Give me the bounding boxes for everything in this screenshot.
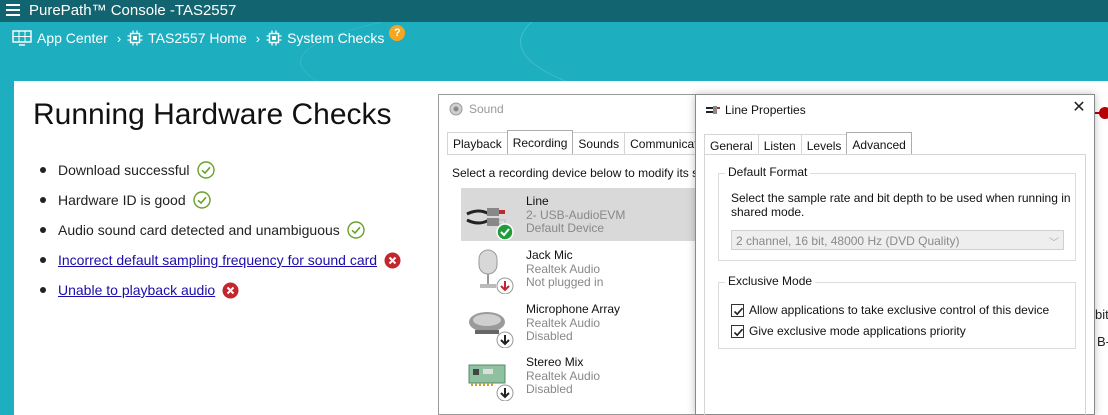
exclusive-mode-group: Exclusive Mode Allow applications to tak…	[718, 274, 1076, 349]
tab-advanced[interactable]: Advanced	[846, 132, 912, 154]
tab-playback[interactable]: Playback	[447, 132, 508, 154]
breadcrumb-separator: ›	[116, 30, 122, 46]
device-name: Jack Mic	[526, 248, 573, 262]
bullet	[40, 197, 46, 203]
default-format-value: 2 channel, 16 bit, 48000 Hz (DVD Quality…	[736, 234, 960, 248]
background-text-fragment: bit,	[1095, 307, 1108, 322]
default-format-select[interactable]: 2 channel, 16 bit, 48000 Hz (DVD Quality…	[731, 230, 1064, 250]
sound-card-icon	[468, 364, 514, 401]
sound-tabs: Playback Recording Sounds Communications	[447, 130, 726, 154]
device-row-microphone-array[interactable]: Microphone Array Realtek Audio Disabled	[461, 296, 695, 349]
app-title: PurePath™ Console -TAS2557	[29, 2, 237, 19]
sound-dialog-titlebar[interactable]: Sound	[439, 95, 699, 123]
exclusive-priority-checkbox-row[interactable]: Give exclusive mode applications priorit…	[731, 324, 966, 338]
default-format-description: Select the sample rate and bit depth to …	[731, 191, 1071, 219]
check-label: Hardware ID is good	[58, 192, 186, 208]
check-label: Download successful	[58, 162, 190, 178]
check-circle-icon	[196, 161, 215, 179]
sampling-frequency-error-link[interactable]: Incorrect default sampling frequency for…	[58, 252, 377, 268]
bullet	[40, 257, 46, 263]
left-gutter	[0, 81, 14, 415]
sound-dialog-title: Sound	[469, 102, 504, 116]
device-status: Not plugged in	[526, 275, 604, 289]
line-cable-icon	[466, 208, 514, 240]
title-bar: PurePath™ Console -TAS2557	[0, 0, 1108, 22]
tab-recording[interactable]: Recording	[506, 130, 574, 154]
device-status: Disabled	[526, 329, 573, 343]
chip-icon	[266, 30, 282, 46]
exclusive-mode-label: Exclusive Mode	[725, 274, 816, 288]
advanced-tab-panel: Default Format Select the sample rate an…	[704, 154, 1086, 415]
device-name: Microphone Array	[526, 302, 621, 316]
recording-instruction: Select a recording device below to modif…	[452, 166, 699, 180]
default-format-label: Default Format	[725, 165, 811, 179]
checkmark-icon	[733, 328, 744, 336]
chip-icon	[127, 30, 143, 46]
check-list: Download successful Hardware ID is good …	[40, 155, 401, 305]
tab-sounds[interactable]: Sounds	[572, 132, 626, 154]
device-status: Default Device	[526, 221, 605, 235]
allow-exclusive-label: Allow applications to take exclusive con…	[749, 303, 1050, 317]
background-text-fragment: B-	[1097, 334, 1108, 349]
error-circle-icon	[384, 252, 401, 268]
list-item: Download successful	[40, 155, 401, 185]
check-circle-icon	[347, 221, 365, 239]
allow-exclusive-checkbox-row[interactable]: Allow applications to take exclusive con…	[731, 303, 1049, 317]
tab-levels[interactable]: Levels	[800, 134, 848, 154]
check-circle-icon	[192, 191, 211, 209]
mic-array-icon	[469, 312, 514, 348]
line-cable-icon	[706, 106, 720, 114]
monitor-grid-icon	[12, 30, 32, 46]
bullet	[40, 227, 46, 233]
device-driver: Realtek Audio	[526, 262, 601, 276]
device-name: Line	[526, 194, 549, 208]
bullet	[40, 167, 46, 173]
allow-exclusive-checkbox[interactable]	[731, 303, 744, 317]
microphone-icon	[478, 249, 514, 294]
help-icon[interactable]: ?	[389, 25, 406, 41]
status-dot	[1099, 107, 1108, 119]
chevron-down-icon: ﹀	[1049, 238, 1059, 249]
breadcrumb-system-checks[interactable]: System Checks	[266, 30, 384, 46]
exclusive-priority-label: Give exclusive mode applications priorit…	[749, 324, 966, 338]
check-label: Audio sound card detected and unambiguou…	[58, 222, 340, 238]
exclusive-priority-checkbox[interactable]	[731, 324, 744, 338]
tab-listen[interactable]: Listen	[757, 134, 802, 154]
device-status: Disabled	[526, 382, 573, 396]
breadcrumb-tas2557-home[interactable]: TAS2557 Home	[127, 30, 247, 46]
device-driver: 2- USB-AudioEVM	[526, 208, 626, 222]
device-row-line[interactable]: Line 2- USB-AudioEVM Default Device	[461, 188, 695, 241]
device-name: Stereo Mix	[526, 355, 584, 369]
list-item: Audio sound card detected and unambiguou…	[40, 215, 401, 245]
breadcrumb: App Center › TAS2557 Home › System Check…	[12, 25, 406, 46]
breadcrumb-app-center[interactable]: App Center	[12, 30, 108, 46]
line-properties-dialog: Line Properties ✕ General Listen Levels …	[695, 94, 1095, 415]
speaker-icon	[449, 102, 463, 116]
hamburger-menu-icon[interactable]	[6, 4, 20, 16]
close-icon[interactable]: ✕	[1072, 100, 1086, 116]
line-properties-tabs: General Listen Levels Advanced	[704, 132, 912, 154]
device-row-jack-mic[interactable]: Jack Mic Realtek Audio Not plugged in	[461, 242, 695, 295]
playback-error-link[interactable]: Unable to playback audio	[58, 282, 215, 298]
checkmark-icon	[733, 307, 744, 315]
list-item: Incorrect default sampling frequency for…	[40, 245, 401, 275]
default-format-group: Default Format Select the sample rate an…	[718, 165, 1076, 261]
error-circle-icon	[222, 282, 239, 298]
breadcrumb-separator: ›	[255, 30, 261, 46]
page-title: Running Hardware Checks	[33, 98, 392, 131]
tab-general[interactable]: General	[704, 134, 759, 154]
device-row-stereo-mix[interactable]: Stereo Mix Realtek Audio Disabled	[461, 349, 695, 402]
list-item: Hardware ID is good	[40, 185, 401, 215]
list-item: Unable to playback audio	[40, 275, 401, 305]
device-driver: Realtek Audio	[526, 316, 601, 330]
line-properties-title: Line Properties	[725, 103, 806, 117]
device-driver: Realtek Audio	[526, 369, 601, 383]
bullet	[40, 287, 46, 293]
